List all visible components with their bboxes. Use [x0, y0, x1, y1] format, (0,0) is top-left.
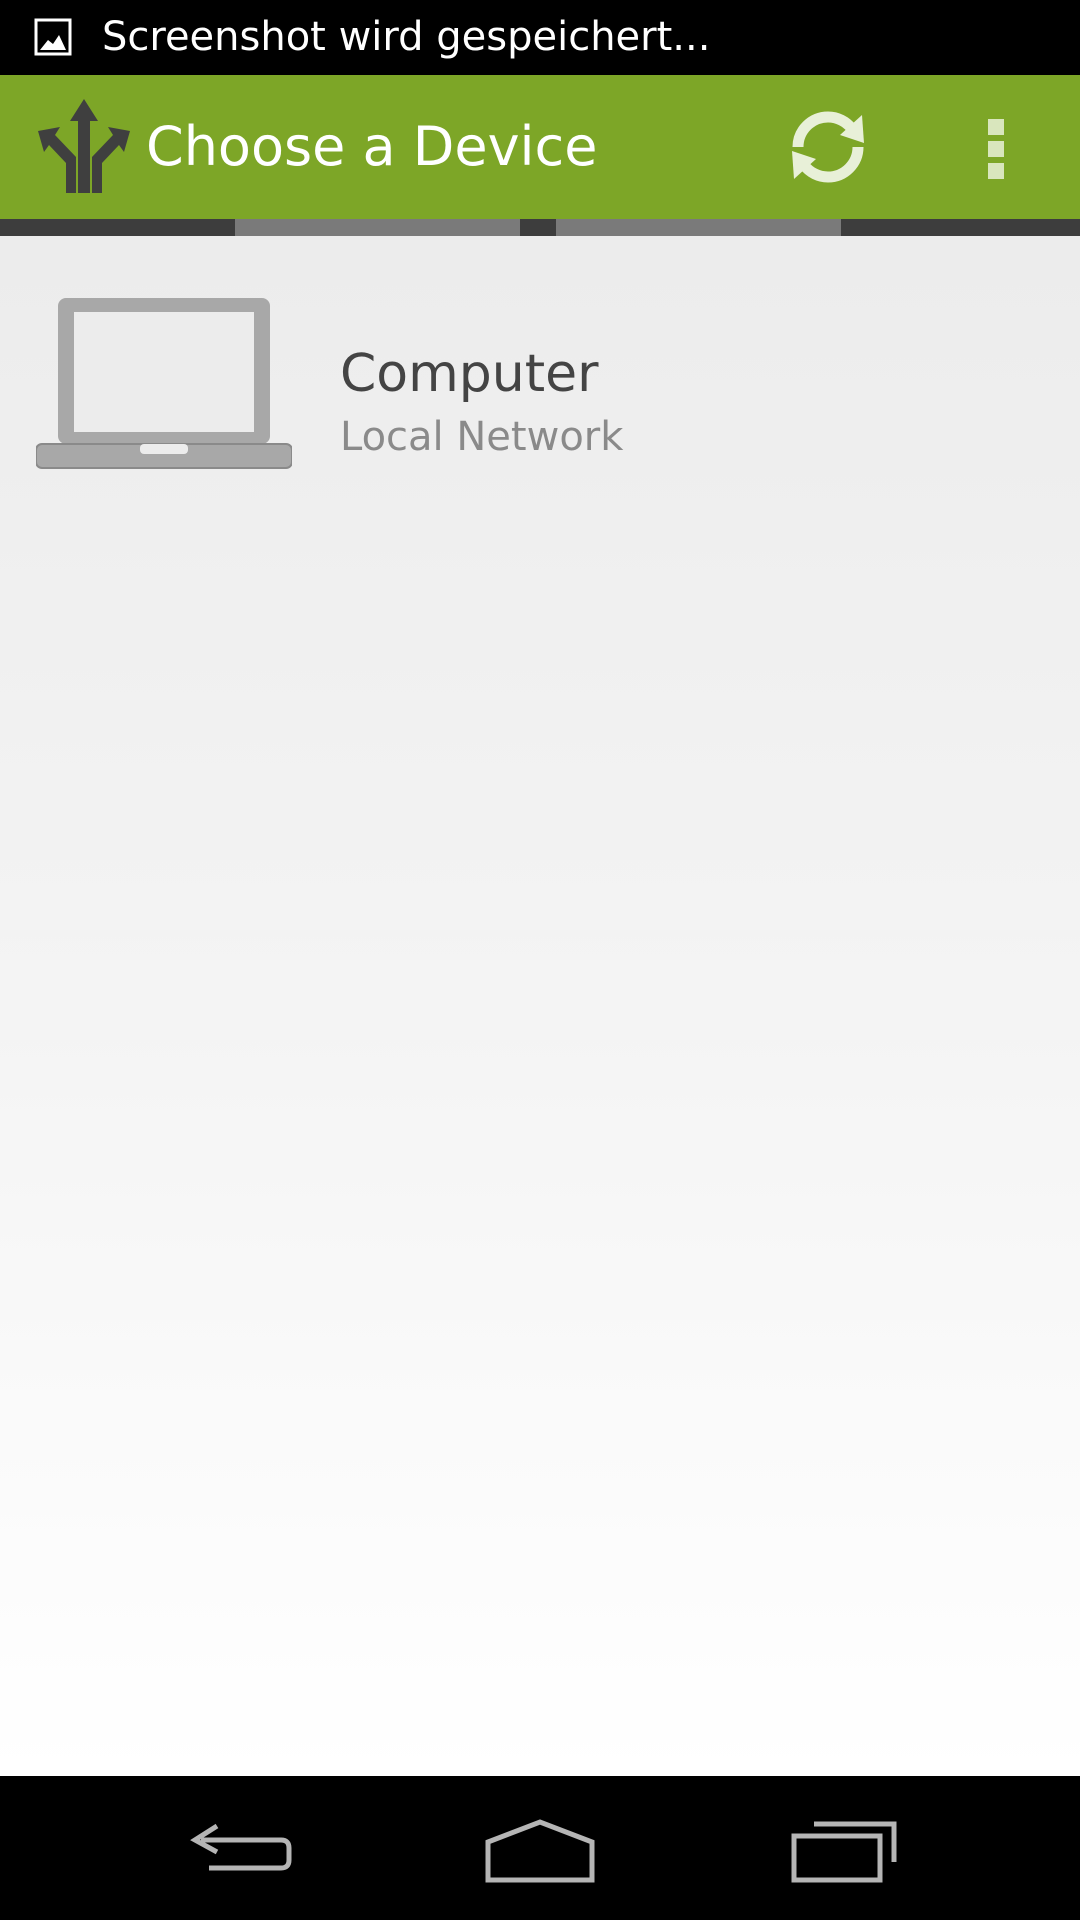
- back-icon[interactable]: [185, 1812, 295, 1884]
- overflow-menu-icon[interactable]: [966, 105, 1026, 189]
- list-item[interactable]: Computer Local Network: [0, 296, 1080, 496]
- screen: Screenshot wird gespeichert... Choose a …: [0, 0, 1080, 1920]
- page-title: Choose a Device: [146, 115, 598, 178]
- status-notification-text: Screenshot wird gespeichert...: [102, 14, 711, 60]
- navigation-bar: [0, 1776, 1080, 1920]
- split-arrows-icon[interactable]: [36, 97, 132, 195]
- action-bar: Choose a Device: [0, 75, 1080, 219]
- laptop-icon: [36, 298, 292, 469]
- device-name: Computer: [340, 344, 599, 404]
- progress-segment: [235, 219, 520, 236]
- progress-segment: [556, 219, 841, 236]
- progress-indicator: [0, 219, 1080, 236]
- status-bar: Screenshot wird gespeichert...: [0, 0, 1080, 75]
- device-subtitle: Local Network: [340, 414, 624, 460]
- home-icon[interactable]: [485, 1812, 595, 1884]
- recent-apps-icon[interactable]: [790, 1812, 900, 1884]
- refresh-icon[interactable]: [782, 101, 874, 193]
- device-list: Computer Local Network: [0, 236, 1080, 1776]
- image-icon: [34, 18, 72, 56]
